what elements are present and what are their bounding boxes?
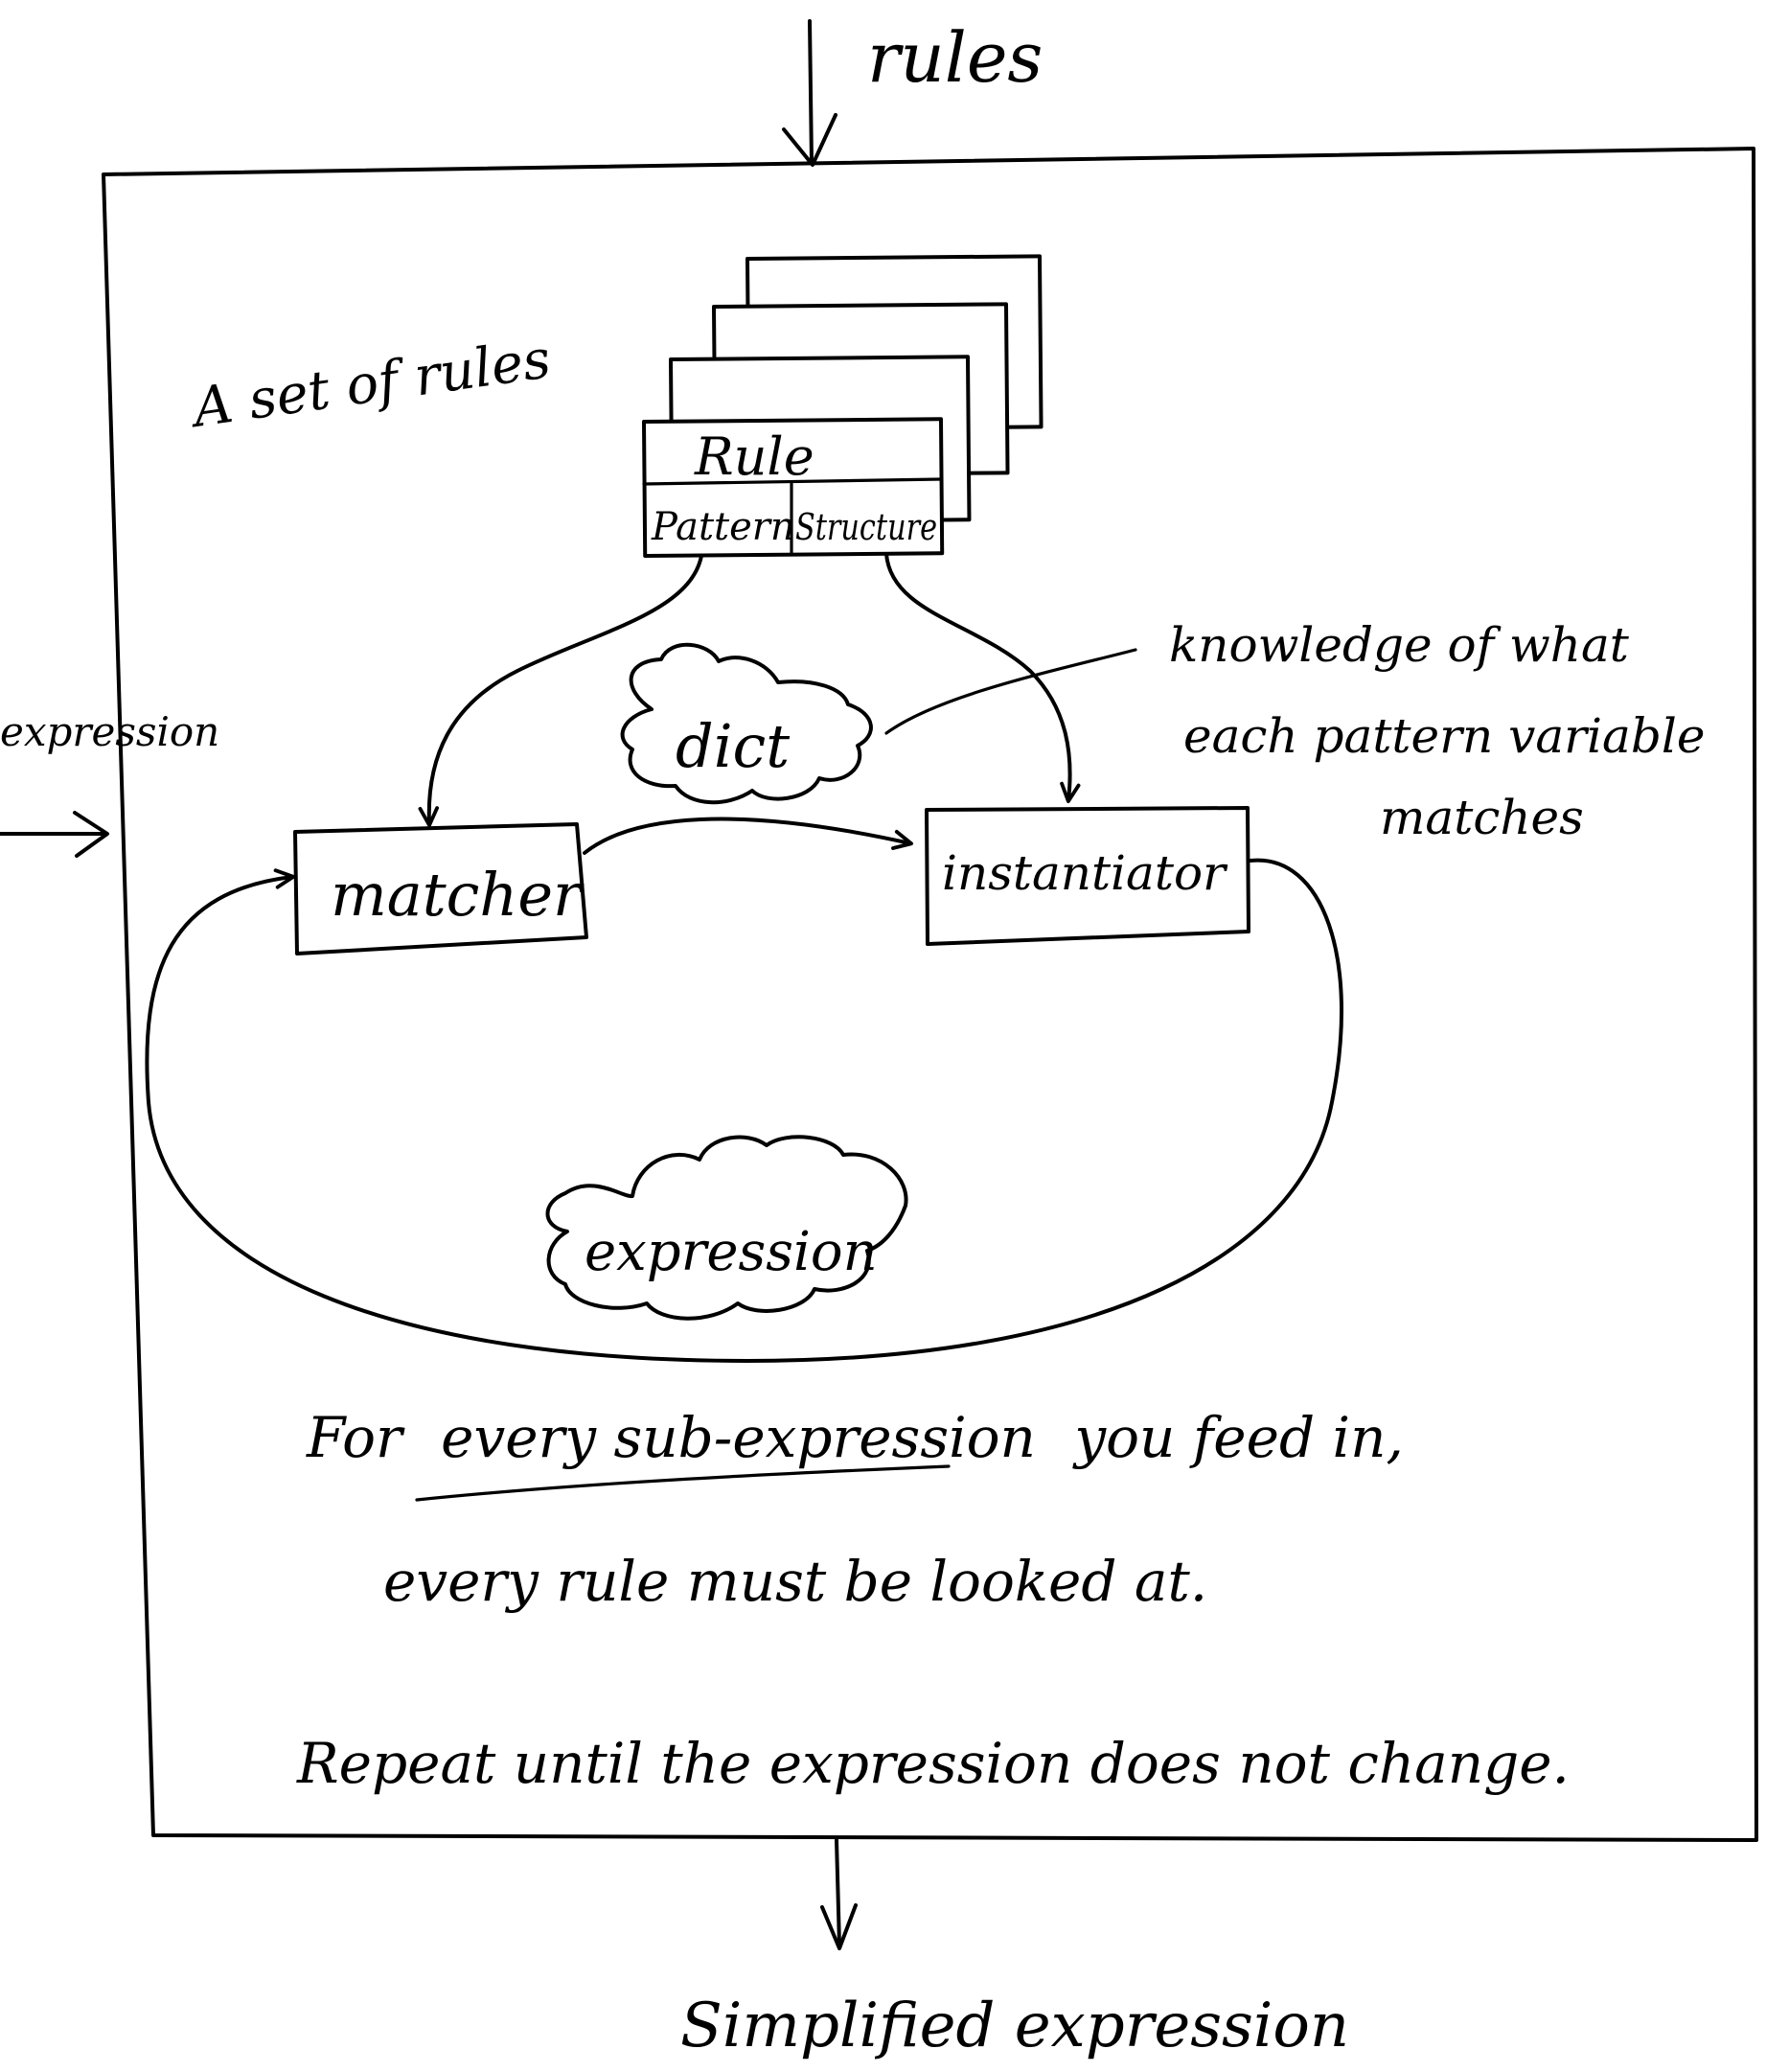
dict-cloud: dict bbox=[620, 642, 873, 805]
rules-input-arrow bbox=[808, 19, 814, 165]
rule-card-front: Rule Pattern Structure bbox=[642, 417, 945, 558]
output-label: Simplified expression bbox=[680, 1991, 1349, 2061]
rule-card-pattern-field: Pattern bbox=[651, 505, 795, 549]
output-arrow bbox=[835, 1838, 841, 1947]
note-underline bbox=[415, 1464, 951, 1502]
annotation-line-2: each pattern variable bbox=[1183, 708, 1705, 764]
note-line-1: For every sub-expression you feed in, bbox=[306, 1405, 1404, 1470]
rule-set-label: A set of rules bbox=[185, 328, 555, 440]
instantiator-label: instantiator bbox=[942, 845, 1228, 901]
expression-cloud: expression bbox=[545, 1135, 908, 1321]
note-line-1-suffix: you feed in, bbox=[1071, 1405, 1404, 1470]
note-line-1-prefix: For bbox=[306, 1405, 405, 1470]
expression-input-label: expression bbox=[0, 708, 219, 755]
dict-annotation-leader bbox=[884, 648, 1137, 735]
matcher-to-instantiator-arrow bbox=[583, 817, 913, 855]
expression-cloud-label: expression bbox=[585, 1221, 878, 1283]
note-line-3: Repeat until the expression does not cha… bbox=[296, 1731, 1570, 1796]
matcher-label: matcher bbox=[331, 860, 585, 930]
dict-label: dict bbox=[676, 711, 790, 781]
annotation-line-1: knowledge of what bbox=[1169, 617, 1630, 673]
rule-card-stack: Rule Pattern Structure bbox=[642, 254, 1044, 558]
instantiator-box: instantiator bbox=[925, 806, 1250, 946]
note-line-1-underlined: every sub-expression bbox=[441, 1405, 1036, 1470]
simplifier-diagram: rules expression Simplified expression A… bbox=[0, 17, 1758, 2061]
structure-to-instantiator-arrow bbox=[884, 552, 1081, 804]
notes: For every sub-expression you feed in, ev… bbox=[296, 1405, 1570, 1796]
note-line-2: every rule must be looked at. bbox=[383, 1549, 1207, 1614]
rules-input-label: rules bbox=[867, 17, 1043, 98]
rule-card-title: Rule bbox=[694, 426, 814, 487]
rule-card-structure-field: Structure bbox=[795, 506, 937, 548]
matcher-box: matcher bbox=[293, 822, 588, 955]
annotation-line-3: matches bbox=[1380, 790, 1584, 845]
